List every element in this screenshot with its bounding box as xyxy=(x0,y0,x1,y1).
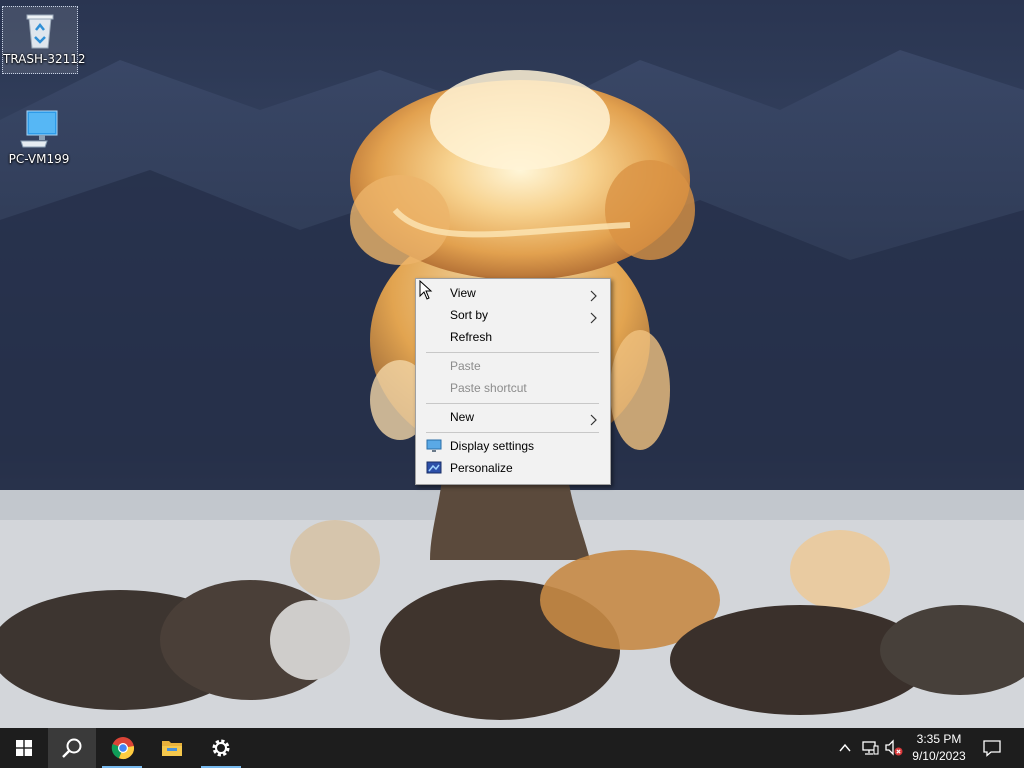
menu-item-personalize[interactable]: Personalize xyxy=(416,457,610,479)
menu-item-label: Personalize xyxy=(450,461,513,475)
menu-item-label: New xyxy=(450,410,475,424)
clock-time: 3:35 PM xyxy=(916,732,962,746)
recycle-bin-icon xyxy=(20,10,60,50)
personalize-icon xyxy=(426,460,442,483)
menu-item-sort-by[interactable]: Sort by xyxy=(416,304,610,326)
clock[interactable]: 3:35 PM 9/10/2023 xyxy=(906,731,972,765)
mouse-cursor-icon xyxy=(419,279,433,304)
settings-taskbar-button[interactable] xyxy=(197,728,245,768)
menu-item-label: View xyxy=(450,286,476,300)
settings-icon xyxy=(210,737,232,764)
menu-item-refresh[interactable]: Refresh xyxy=(416,326,610,348)
notification-icon[interactable] xyxy=(983,739,1001,762)
menu-separator xyxy=(426,352,599,353)
search-icon xyxy=(61,737,83,764)
menu-item-paste[interactable]: Paste xyxy=(416,355,610,377)
desktop-icon-label: PC-VM199 xyxy=(8,152,70,166)
menu-item-paste-shortcut[interactable]: Paste shortcut xyxy=(416,377,610,399)
menu-separator xyxy=(426,403,599,404)
file-explorer-taskbar-button[interactable] xyxy=(148,728,196,768)
chrome-icon xyxy=(111,736,135,765)
search-button[interactable] xyxy=(48,728,96,768)
computer-icon xyxy=(17,108,61,150)
chrome-taskbar-button[interactable] xyxy=(98,728,146,768)
volume-muted-icon[interactable] xyxy=(884,739,904,762)
menu-item-view[interactable]: View xyxy=(416,282,610,304)
network-icon[interactable] xyxy=(861,740,879,761)
menu-item-label: Sort by xyxy=(450,308,489,322)
desktop-icon-trash[interactable]: TRASH-32112 xyxy=(2,6,86,74)
file-explorer-icon xyxy=(161,738,183,763)
desktop[interactable]: TRASH-32112 PC-VM199 View Sort by Refres… xyxy=(0,0,1024,728)
menu-item-display-settings[interactable]: Display settings xyxy=(416,435,610,457)
desktop-icon-label: TRASH-32112 xyxy=(3,52,86,66)
desktop-icon-pc[interactable]: PC-VM199 xyxy=(2,108,76,174)
menu-item-new[interactable]: New xyxy=(416,406,610,428)
start-button[interactable] xyxy=(0,728,48,768)
taskbar: 3:35 PM 9/10/2023 xyxy=(0,728,1024,768)
menu-item-label: Display settings xyxy=(450,439,535,453)
desktop-context-menu: View Sort by Refresh Paste Paste shortcu… xyxy=(415,278,611,485)
menu-item-label: Refresh xyxy=(450,330,493,344)
menu-separator xyxy=(426,432,599,433)
menu-item-label: Paste shortcut xyxy=(450,381,527,395)
chevron-right-icon xyxy=(590,411,598,433)
chevron-up-icon[interactable] xyxy=(838,741,852,760)
menu-item-label: Paste xyxy=(450,359,481,373)
start-icon xyxy=(16,740,32,761)
clock-date: 9/10/2023 xyxy=(912,749,966,763)
